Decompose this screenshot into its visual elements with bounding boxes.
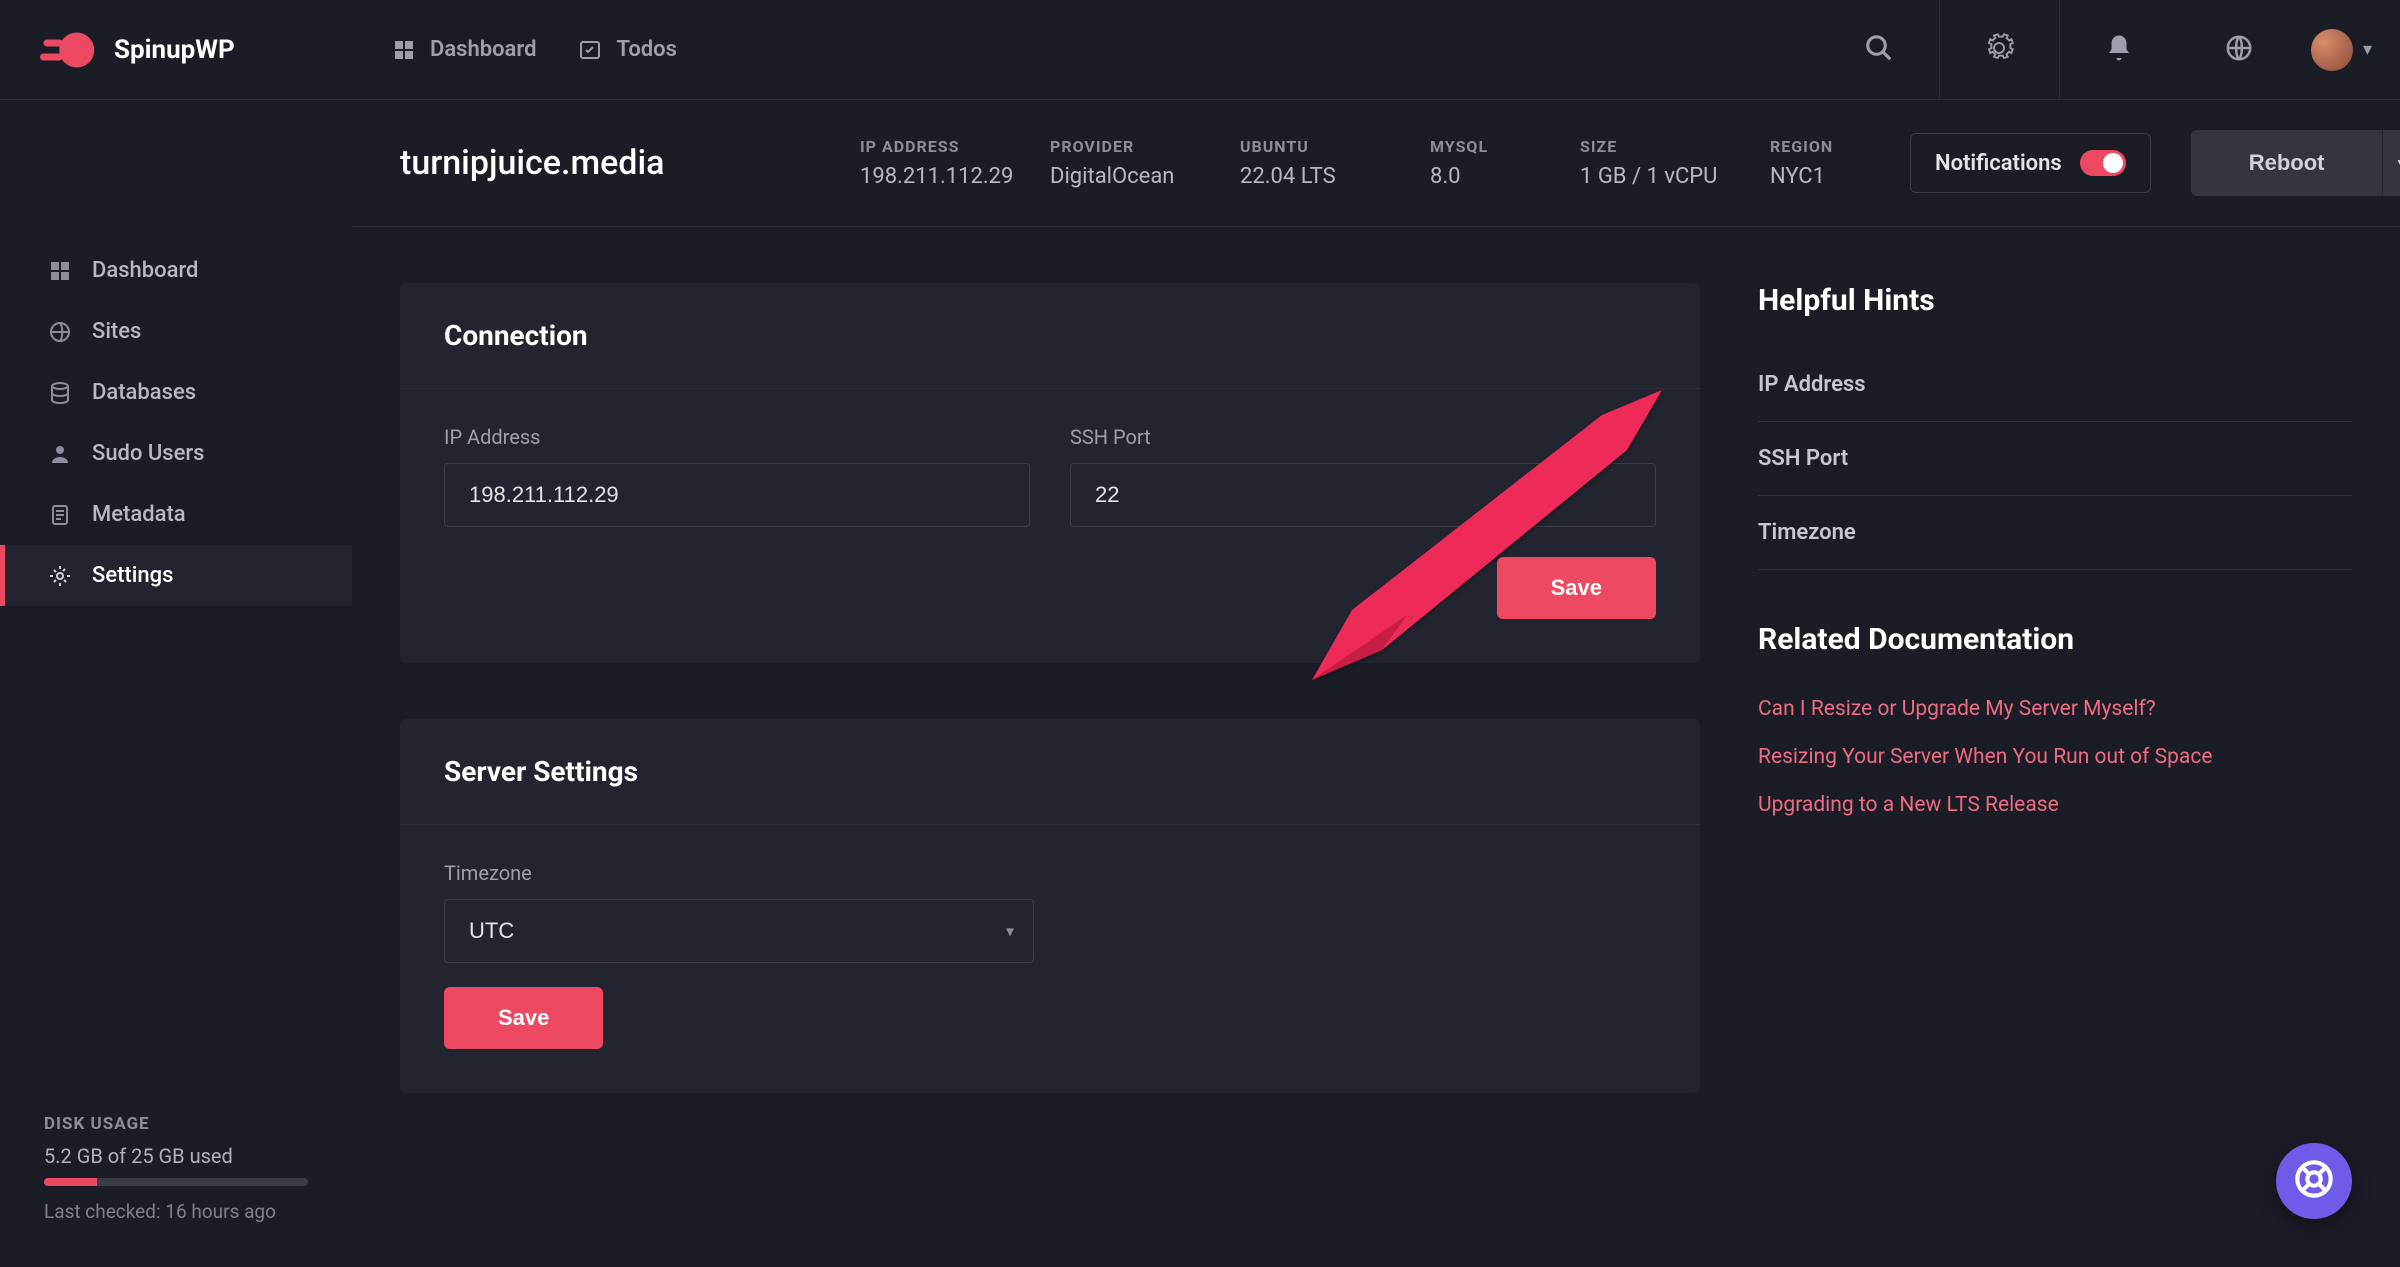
notifications-label: Notifications [1935,151,2062,176]
ip-address-input[interactable] [444,463,1030,527]
sidebar-item-label: Databases [92,380,196,405]
reboot-group: Reboot ▾ [2191,130,2400,196]
sidebar: Dashboard Sites Databases Sudo Users Met… [0,100,352,1267]
disk-usage-widget: DISK USAGE 5.2 GB of 25 GB used Last che… [0,1086,352,1267]
avatar [2311,29,2353,71]
related-docs-title: Related Documentation [1758,622,2352,657]
top-right: ▾ [1819,0,2400,99]
user-icon [48,442,72,466]
sidebar-item-label: Settings [92,563,173,588]
stat-label: PROVIDER [1050,137,1200,156]
hint-ssh-port[interactable]: SSH Port [1758,422,2352,496]
database-icon [48,381,72,405]
ip-address-label: IP Address [444,425,1030,449]
sidebar-item-metadata[interactable]: Metadata [0,484,352,545]
logo-area[interactable]: SpinupWP [0,0,352,99]
top-bar: SpinupWP Dashboard Todos ▾ [0,0,2400,100]
sidebar-item-label: Dashboard [92,258,198,283]
ssh-port-label: SSH Port [1070,425,1656,449]
side-nav: Dashboard Sites Databases Sudo Users Met… [0,100,352,606]
stat-label: IP ADDRESS [860,137,1010,156]
notifications-toggle-box: Notifications [1910,133,2151,193]
brand-name: SpinupWP [114,35,235,65]
stat-mysql: MYSQL 8.0 [1430,137,1540,189]
disk-title: DISK USAGE [44,1114,308,1134]
gear-icon [48,564,72,588]
stat-label: SIZE [1580,137,1730,156]
stat-value: 22.04 LTS [1240,164,1390,189]
topnav-todos-label: Todos [616,37,676,62]
sidebar-item-sudo-users[interactable]: Sudo Users [0,423,352,484]
sidebar-item-label: Sites [92,319,141,344]
stat-region: REGION NYC1 [1770,137,1870,189]
connection-save-button[interactable]: Save [1497,557,1656,619]
sidebar-item-databases[interactable]: Databases [0,362,352,423]
stat-label: REGION [1770,137,1870,156]
stat-ubuntu: UBUNTU 22.04 LTS [1240,137,1390,189]
helpful-hints-title: Helpful Hints [1758,283,2352,318]
topnav-dashboard-label: Dashboard [430,37,536,62]
hint-ip-address[interactable]: IP Address [1758,348,2352,422]
brand-logo-icon [40,22,96,78]
doc-link-resize[interactable]: Can I Resize or Upgrade My Server Myself… [1758,685,2352,733]
connection-title: Connection [444,319,1656,352]
disk-usage-text: 5.2 GB of 25 GB used [44,1144,308,1168]
stat-ip: IP ADDRESS 198.211.112.29 [860,137,1010,189]
doc-link-space[interactable]: Resizing Your Server When You Run out of… [1758,733,2352,781]
notifications-toggle[interactable] [2080,150,2126,176]
sidebar-item-dashboard[interactable]: Dashboard [0,240,352,301]
hint-timezone[interactable]: Timezone [1758,496,2352,570]
stat-value: 8.0 [1430,164,1540,189]
disk-bar [44,1178,308,1186]
server-name: turnipjuice.media [400,143,780,183]
reboot-dropdown[interactable]: ▾ [2382,130,2400,196]
notifications-button[interactable] [2059,0,2179,99]
dashboard-icon [392,38,416,62]
region-button[interactable] [2179,0,2299,99]
topnav-dashboard[interactable]: Dashboard [392,37,536,62]
disk-last-checked: Last checked: 16 hours ago [44,1200,308,1223]
globe-icon [48,320,72,344]
stat-label: MYSQL [1430,137,1540,156]
search-icon [1864,33,1894,67]
checklist-icon [578,38,602,62]
settings-save-button[interactable]: Save [444,987,603,1049]
stat-value: DigitalOcean [1050,164,1200,189]
server-header: turnipjuice.media IP ADDRESS 198.211.112… [352,100,2400,227]
sidebar-item-label: Metadata [92,502,186,527]
doc-link-lts[interactable]: Upgrading to a New LTS Release [1758,781,2352,829]
stat-value: 1 GB / 1 vCPU [1580,164,1730,189]
server-settings-title: Server Settings [444,755,1656,788]
timezone-label: Timezone [444,861,1656,885]
top-nav: Dashboard Todos [352,37,677,62]
topnav-todos[interactable]: Todos [578,37,676,62]
stat-value: 198.211.112.29 [860,164,1010,189]
lifebuoy-icon [2294,1159,2334,1203]
sidebar-item-label: Sudo Users [92,441,205,466]
reboot-button[interactable]: Reboot [2191,130,2383,196]
chevron-down-icon: ▾ [2363,39,2372,60]
user-menu[interactable]: ▾ [2299,29,2400,71]
server-settings-card: Server Settings Timezone ▾ Save [400,719,1700,1093]
settings-button[interactable] [1939,0,2059,99]
globe-icon [2224,33,2254,67]
dashboard-icon [48,259,72,283]
stat-value: NYC1 [1770,164,1870,189]
connection-card: Connection IP Address SSH Port Save [400,283,1700,663]
sidebar-item-sites[interactable]: Sites [0,301,352,362]
disk-fill [44,1178,97,1186]
bell-icon [2104,33,2134,67]
stat-label: UBUNTU [1240,137,1390,156]
sidebar-item-settings[interactable]: Settings [0,545,352,606]
timezone-select[interactable] [444,899,1034,963]
ssh-port-input[interactable] [1070,463,1656,527]
gear-icon [1984,33,2014,67]
search-button[interactable] [1819,0,1939,99]
help-fab[interactable] [2276,1143,2352,1219]
main: turnipjuice.media IP ADDRESS 198.211.112… [352,100,2400,1267]
stat-provider: PROVIDER DigitalOcean [1050,137,1200,189]
document-icon [48,503,72,527]
stat-size: SIZE 1 GB / 1 vCPU [1580,137,1730,189]
